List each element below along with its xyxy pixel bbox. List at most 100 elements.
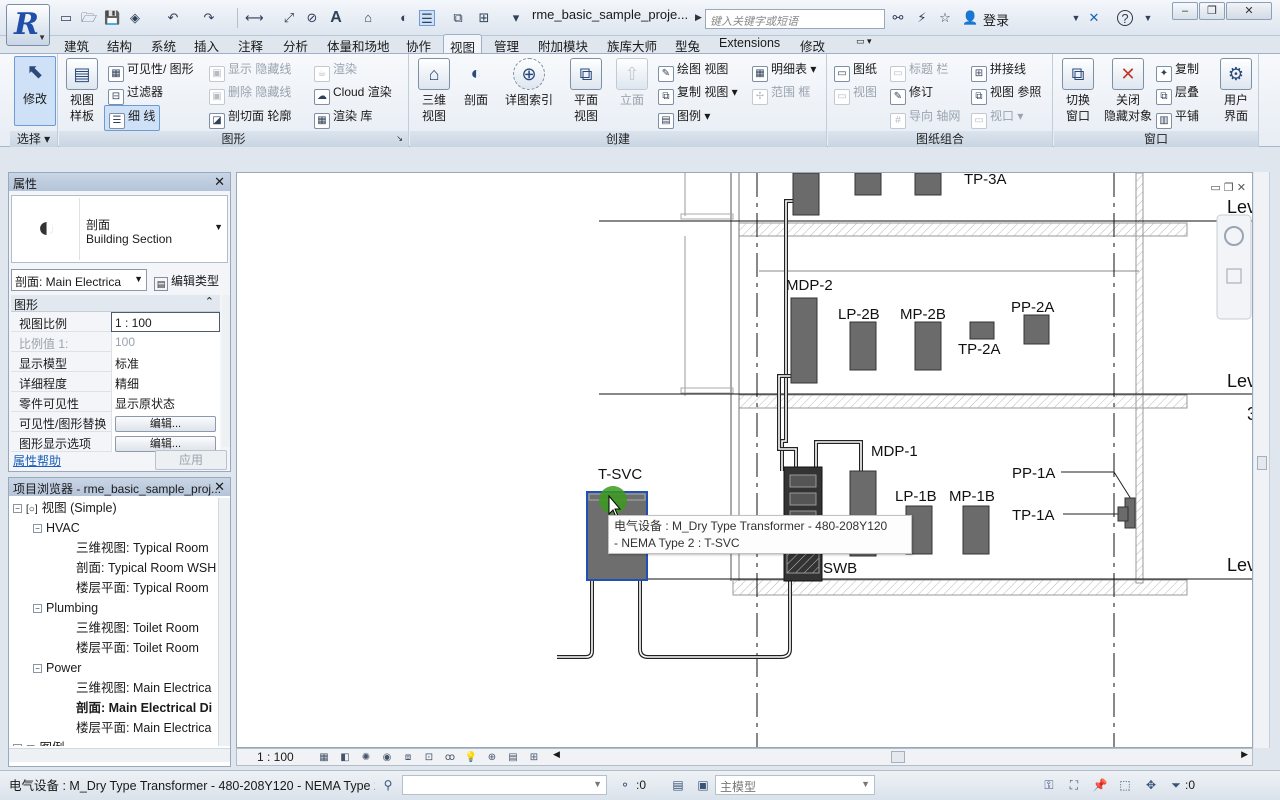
tag-icon[interactable]: ⊘ bbox=[304, 10, 320, 26]
select-underlay-icon[interactable]: ⛶ bbox=[1066, 777, 1082, 793]
tree-node[interactable]: 三维视图: Main Electrica bbox=[76, 678, 211, 698]
schedules-button[interactable]: ▦ 明细表 ▾ bbox=[752, 60, 816, 82]
reveal-hidden-icon[interactable]: 💡 bbox=[464, 751, 478, 764]
cloud-render-button[interactable]: ☁ Cloud 渲染 bbox=[314, 83, 392, 105]
scroll-thumb[interactable] bbox=[891, 751, 905, 763]
browser-vertical-scrollbar[interactable] bbox=[218, 498, 230, 746]
thin-lines-button[interactable]: ☰ 细 线 bbox=[104, 105, 161, 131]
tab-insert[interactable]: 插入 bbox=[188, 34, 225, 54]
instance-filter-dropdown[interactable]: 剖面: Main Electrica ▼ bbox=[11, 269, 147, 291]
tree-node-active-view[interactable]: 剖面: Main Electrical Di bbox=[76, 698, 212, 718]
worksets-icon[interactable]: ⚲ bbox=[380, 777, 396, 793]
title-block-button[interactable]: ▭ 标题 栏 bbox=[890, 60, 948, 82]
view-scale-button[interactable]: 1 : 100 bbox=[257, 750, 294, 764]
design-options-edit-icon[interactable]: ▣ bbox=[695, 777, 711, 793]
plan-views-button[interactable]: ⧉ 平面 视图 bbox=[568, 58, 604, 124]
close-icon[interactable]: ✕ bbox=[214, 479, 225, 495]
parts-visibility-field[interactable]: 显示原状态 bbox=[111, 392, 220, 412]
view-button[interactable]: ▭ 视图 bbox=[834, 83, 877, 105]
render-gallery-button[interactable]: ▦ 渲染 库 bbox=[314, 107, 372, 129]
tree-node[interactable]: − Power bbox=[33, 658, 81, 678]
chevron-down-icon[interactable]: ▼ bbox=[1068, 10, 1084, 26]
viewport-vertical-scrollbar[interactable] bbox=[1254, 172, 1270, 748]
visibility-graphics-button[interactable]: ▦ 可见性/ 图形 bbox=[108, 60, 194, 82]
select-by-face-icon[interactable]: ⬚ bbox=[1117, 777, 1133, 793]
mp-1b-panel[interactable] bbox=[962, 505, 990, 555]
browser-horizontal-scrollbar[interactable] bbox=[9, 748, 230, 762]
tree-node[interactable]: − [○] 视图 (Simple) bbox=[13, 498, 117, 518]
detail-level-field[interactable]: 精细 bbox=[111, 372, 220, 392]
modify-button[interactable]: ⬉ 修改 bbox=[14, 56, 56, 126]
properties-scrollbar[interactable] bbox=[222, 295, 230, 447]
workset-dropdown[interactable]: ▼ bbox=[402, 775, 607, 795]
open-file-icon[interactable]: 🗁 bbox=[81, 10, 97, 26]
tree-node[interactable]: − Plumbing bbox=[33, 598, 98, 618]
mp-2b-panel[interactable] bbox=[914, 321, 942, 371]
section-icon[interactable]: ◐ bbox=[396, 10, 412, 26]
switch-windows-button[interactable]: ⧉ 切换 窗口 bbox=[1058, 58, 1098, 124]
tab-extensions[interactable]: Extensions bbox=[713, 34, 786, 53]
user-interface-button[interactable]: ⚙ 用户 界面 bbox=[1218, 58, 1254, 124]
save-icon[interactable]: 💾 bbox=[104, 10, 120, 26]
sheet-button[interactable]: ▭ 图纸 bbox=[834, 60, 877, 82]
select-pinned-icon[interactable]: 📌 bbox=[1092, 777, 1108, 793]
restore-icon[interactable]: ❐ bbox=[1199, 2, 1225, 20]
exchange-apps-icon[interactable]: ✕ bbox=[1086, 10, 1102, 26]
type-selector[interactable]: ◐ 剖面 Building Section ▼ bbox=[11, 195, 228, 263]
select-links-icon[interactable]: ⚿ bbox=[1041, 777, 1057, 793]
sun-path-icon[interactable]: ✺ bbox=[359, 751, 373, 764]
ribbon-minimize-toggle-icon[interactable]: ▭ ▾ bbox=[850, 34, 878, 53]
scope-box-button[interactable]: ✢ 范围 框 bbox=[752, 83, 810, 105]
elevation-button[interactable]: ⇧ 立面 bbox=[614, 58, 650, 108]
panel-title[interactable]: 选择 ▾ bbox=[10, 131, 57, 147]
viewports-button[interactable]: ▭ 视口 ▾ bbox=[971, 107, 1023, 129]
section-drawing[interactable]: TP-3A MDP-2 LP-2B MP-2B PP-2A TP-2A MDP-… bbox=[237, 173, 1253, 748]
tree-node[interactable]: +▤图例 bbox=[13, 738, 64, 746]
binoculars-icon[interactable]: ⚯ bbox=[890, 10, 906, 26]
view-scale-field[interactable]: 1 : 100 bbox=[111, 312, 220, 332]
editable-only-icon[interactable]: ⚬ bbox=[617, 777, 633, 793]
revisions-button[interactable]: ✎ 修订 bbox=[890, 83, 933, 105]
sync-icon[interactable]: ◈ bbox=[127, 10, 143, 26]
project-browser-header[interactable]: 项目浏览器 - rme_basic_sample_proj... ✕ bbox=[9, 478, 230, 496]
remove-hidden-lines-button[interactable]: ▣ 删除 隐藏线 bbox=[209, 83, 291, 105]
tree-node[interactable]: 剖面: Typical Room WSH bbox=[76, 558, 216, 578]
scroll-left-icon[interactable]: ◀ bbox=[553, 749, 560, 760]
tree-node[interactable]: 三维视图: Toilet Room bbox=[76, 618, 199, 638]
view-template-button[interactable]: ▤ 视图 样板 bbox=[65, 58, 99, 124]
tab-structure[interactable]: 结构 bbox=[101, 34, 138, 54]
tab-analyze[interactable]: 分析 bbox=[277, 34, 314, 54]
detail-level-icon[interactable]: ▦ bbox=[317, 751, 331, 764]
tree-node[interactable]: 三维视图: Typical Room bbox=[76, 538, 209, 558]
drawing-viewport[interactable]: TP-3A MDP-2 LP-2B MP-2B PP-2A TP-2A MDP-… bbox=[236, 172, 1253, 748]
default-3d-view-icon[interactable]: ⌂ bbox=[360, 10, 376, 26]
favorites-star-icon[interactable]: ☆ bbox=[937, 10, 953, 26]
tab-modify[interactable]: 修改 bbox=[794, 34, 831, 54]
login-label[interactable]: 登录 bbox=[983, 10, 1009, 29]
tree-node[interactable]: 楼层平面: Main Electrica bbox=[76, 718, 211, 738]
electrical-equipment[interactable] bbox=[854, 173, 882, 196]
tab-xingtu[interactable]: 型兔 bbox=[669, 34, 706, 54]
tree-node[interactable]: 楼层平面: Toilet Room bbox=[76, 638, 199, 658]
cut-profile-button[interactable]: ◪ 剖切面 轮廓 bbox=[209, 107, 291, 129]
section-button[interactable]: ◐ 剖面 bbox=[458, 58, 494, 108]
callout-button[interactable]: ⊕ 详图索引 bbox=[504, 58, 554, 108]
cascade-button[interactable]: ⧉ 层叠 bbox=[1156, 83, 1199, 105]
close-hidden-windows-icon[interactable]: ⧉ bbox=[450, 10, 466, 26]
vg-overrides-edit-button[interactable]: 编辑... bbox=[115, 416, 216, 432]
visual-style-icon[interactable]: ◧ bbox=[338, 751, 352, 764]
electrical-equipment[interactable] bbox=[792, 173, 820, 216]
viewport-horizontal-scrollbar[interactable]: ◀ ▶ bbox=[553, 749, 1248, 764]
aligned-dimension-icon[interactable]: ⤢ bbox=[281, 10, 297, 26]
tab-massing-site[interactable]: 体量和场地 bbox=[321, 34, 396, 54]
constraints-icon[interactable]: ⊞ bbox=[527, 751, 541, 764]
close-icon[interactable]: ✕ bbox=[1226, 2, 1272, 20]
3d-view-button[interactable]: ⌂ 三维 视图 bbox=[416, 58, 452, 124]
tab-family-library[interactable]: 族库大师 bbox=[601, 34, 663, 54]
tp-2a-transformer[interactable] bbox=[969, 321, 995, 340]
tab-view[interactable]: 视图 bbox=[443, 34, 483, 55]
thin-lines-icon[interactable]: ☰ bbox=[419, 10, 435, 26]
crop-view-icon[interactable]: ⧈ bbox=[401, 751, 415, 764]
edit-type-button[interactable]: ▤ 编辑类型 bbox=[152, 269, 228, 291]
minimize-icon[interactable]: – bbox=[1172, 2, 1198, 20]
